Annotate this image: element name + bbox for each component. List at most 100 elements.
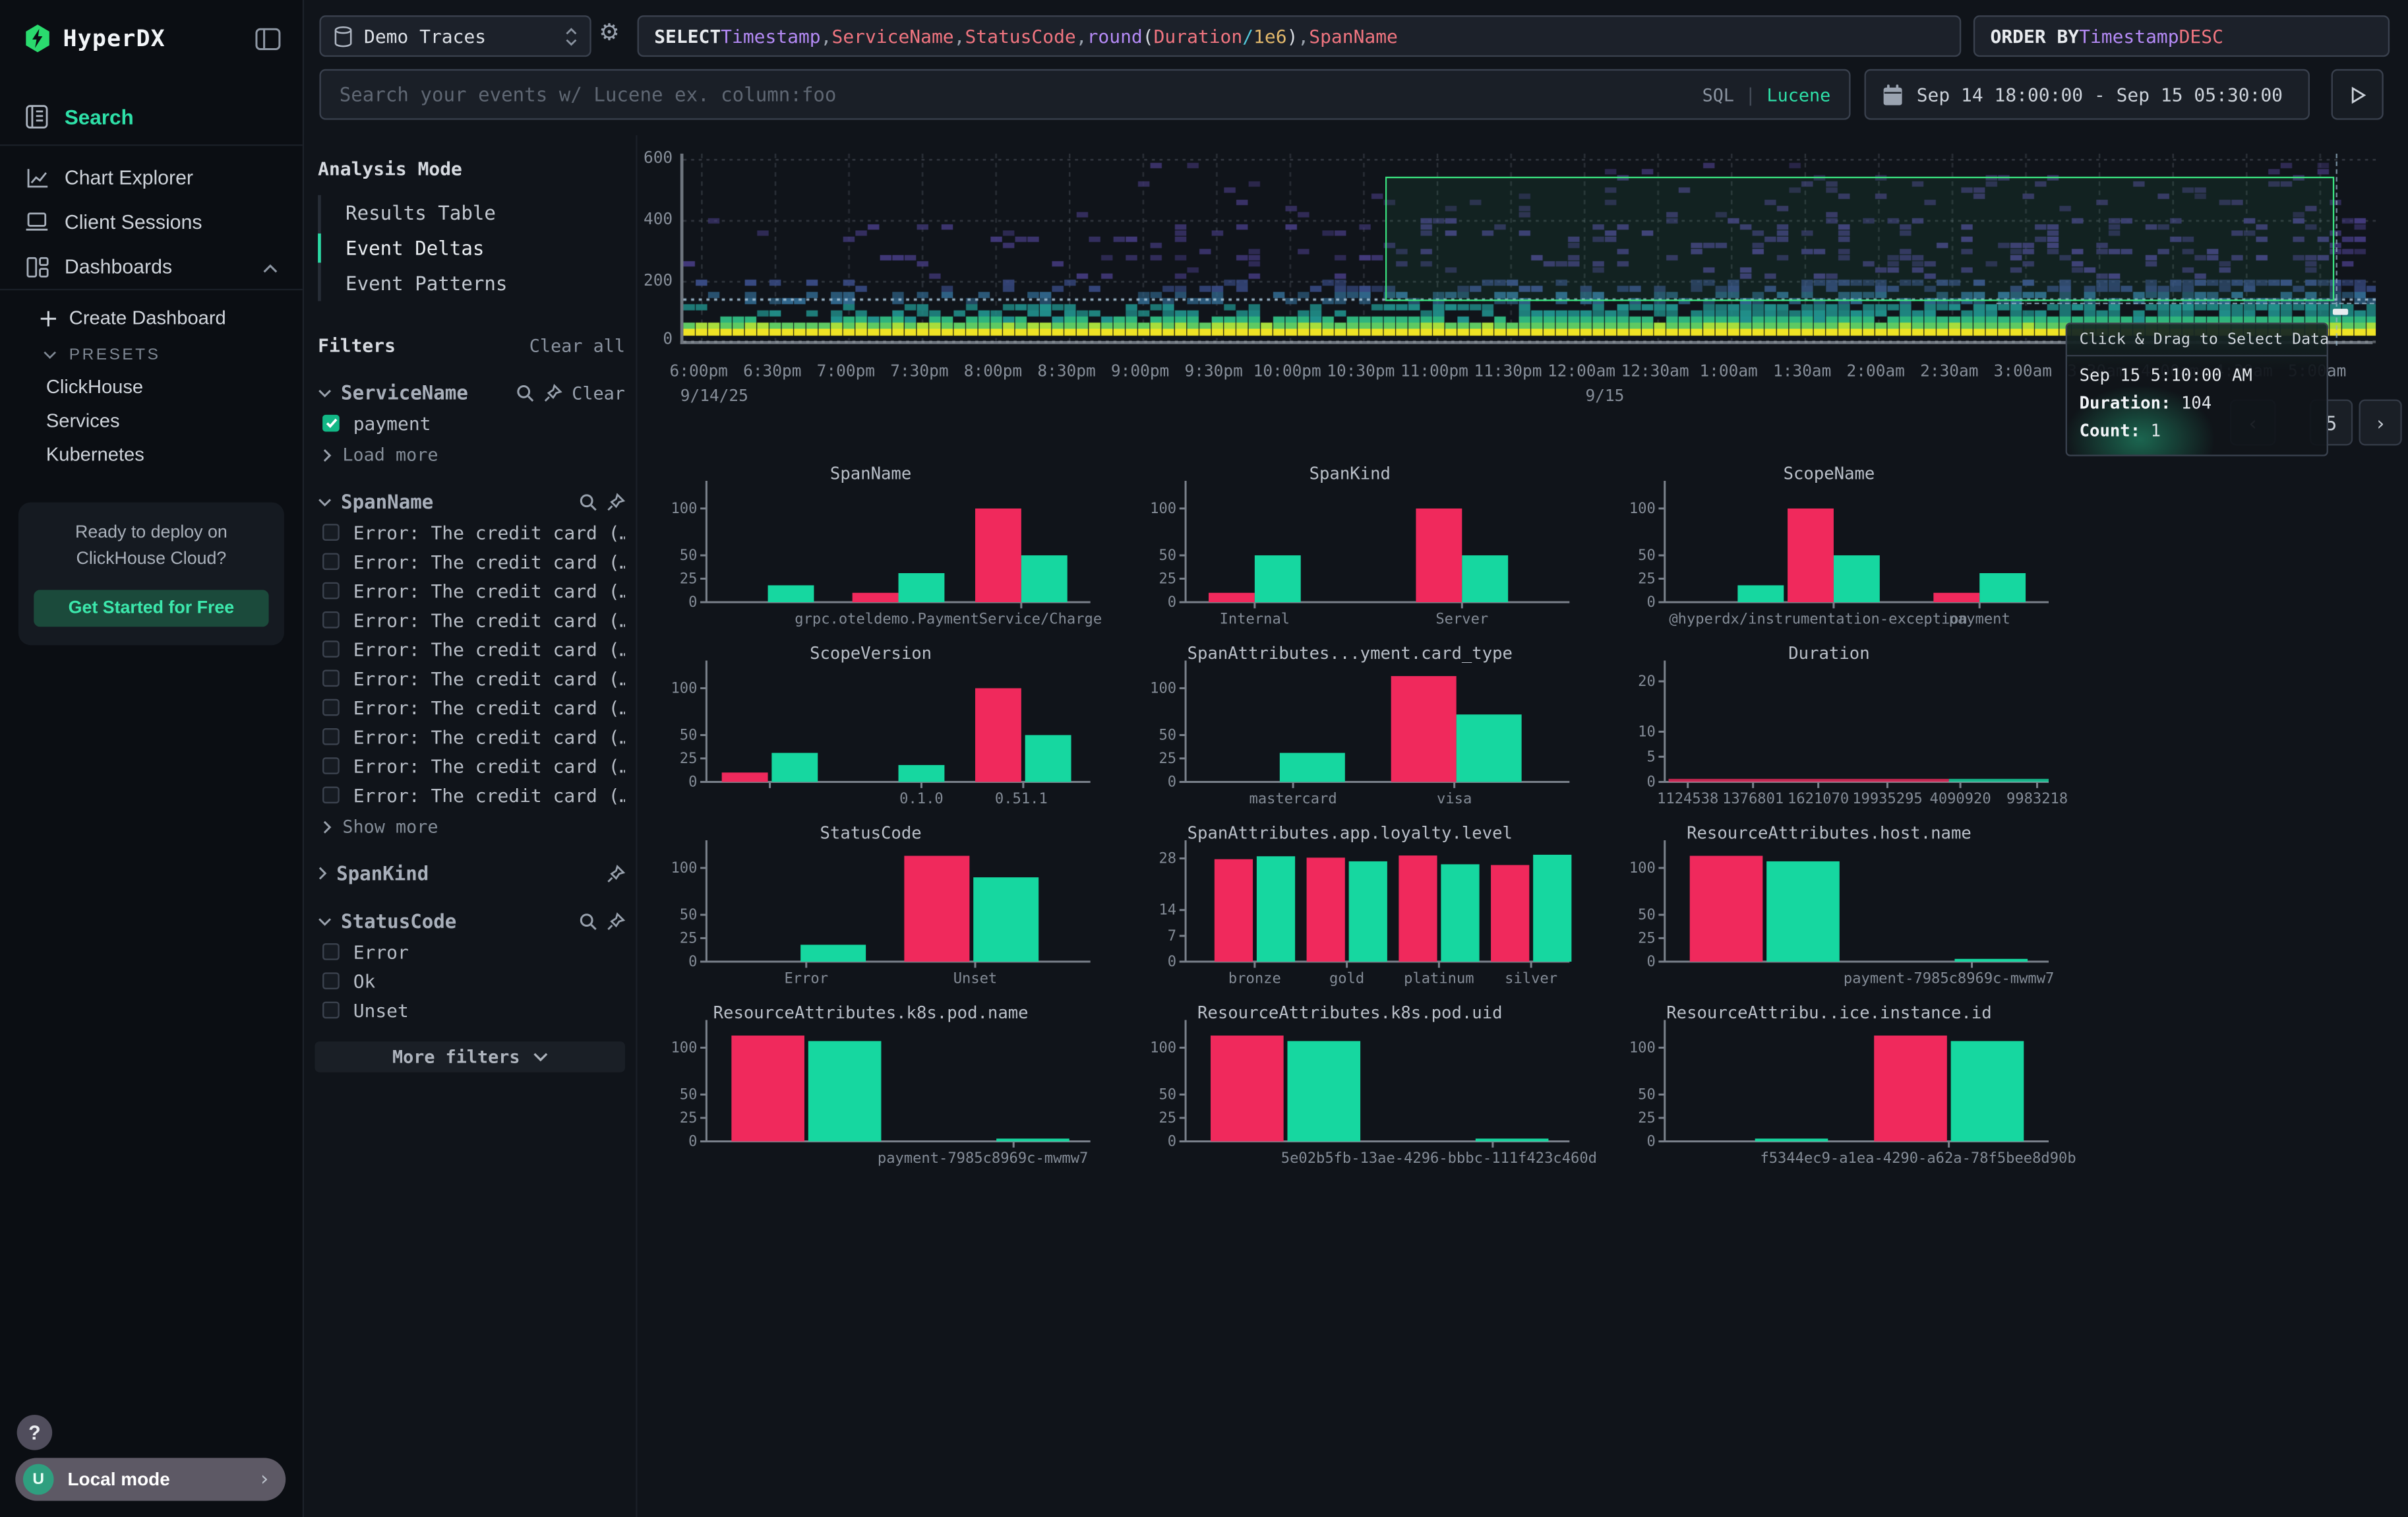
analysis-mode-option[interactable]: Event Patterns <box>321 266 625 301</box>
sidebar-item-chart-explorer[interactable]: Chart Explorer <box>0 155 303 200</box>
search-icon[interactable] <box>516 383 535 402</box>
filter-option[interactable]: Error: The credit card (… <box>315 639 624 659</box>
order-by-input[interactable]: ORDER BY Timestamp DESC <box>1973 15 2390 57</box>
filter-group-footer[interactable]: Show more <box>315 816 624 838</box>
checkbox[interactable] <box>322 553 340 570</box>
filter-option[interactable]: payment <box>315 414 624 433</box>
svg-text:0: 0 <box>1646 1133 1655 1150</box>
sql-token: Duration <box>1154 25 1243 47</box>
checkbox[interactable] <box>322 524 340 541</box>
filter-option-label: Unset <box>353 999 409 1021</box>
account-menu[interactable]: U Local mode › <box>15 1458 286 1501</box>
pin-icon[interactable] <box>607 492 625 511</box>
checkbox[interactable] <box>322 640 340 658</box>
source-settings-gear-icon[interactable]: ⚙ <box>599 18 619 46</box>
filter-option[interactable]: Ok <box>315 971 624 991</box>
sidebar-item-services[interactable]: Services <box>0 404 303 438</box>
svg-text:0: 0 <box>1168 594 1176 611</box>
checkbox[interactable] <box>322 611 340 629</box>
filter-group-footer[interactable]: Load more <box>315 444 624 466</box>
sidebar-item-kubernetes[interactable]: Kubernetes <box>0 438 303 472</box>
create-dashboard-button[interactable]: Create Dashboard <box>0 299 303 336</box>
svg-text:100: 100 <box>671 1039 697 1056</box>
filter-option[interactable]: Error: The credit card (… <box>315 522 624 542</box>
crosshair-horizontal <box>1997 303 2374 304</box>
chevron-right-icon: › <box>258 1468 270 1491</box>
svg-text:Server: Server <box>1435 611 1488 628</box>
mode-toggle-sql[interactable]: SQL <box>1702 84 1734 106</box>
checkbox[interactable] <box>322 699 340 716</box>
filter-option[interactable]: Error: The credit card (… <box>315 756 624 776</box>
source-select[interactable]: Demo Traces <box>319 15 591 57</box>
bar-chart-instance_id: ResourceAttribu..ice.instance.id02550100… <box>1604 1000 2057 1177</box>
heatmap-date-label: 9/14/25 <box>680 387 748 406</box>
filter-option[interactable]: Error: The credit card (… <box>315 785 624 805</box>
pin-icon[interactable] <box>544 383 562 402</box>
run-query-button[interactable] <box>2332 69 2384 120</box>
heatmap-xtick: 1:30am <box>1773 363 1831 381</box>
filter-option[interactable]: Error: The credit card (… <box>315 580 624 600</box>
search-icon[interactable] <box>579 492 597 511</box>
checkbox[interactable] <box>322 786 340 803</box>
filter-group-SpanKind[interactable]: SpanKind <box>315 862 624 885</box>
hyperdx-app: HyperDX Search Chart Explorer Client Ses… <box>0 0 2408 1517</box>
heatmap-xtick: 11:30pm <box>1474 363 1542 381</box>
svg-text:50: 50 <box>1159 1086 1176 1103</box>
more-filters-button[interactable]: More filters <box>315 1041 624 1072</box>
account-label: Local mode <box>67 1469 244 1491</box>
pin-icon[interactable] <box>607 912 625 930</box>
sql-token: , <box>954 25 965 47</box>
help-button[interactable]: ? <box>17 1415 53 1450</box>
clear-all-button[interactable]: Clear all <box>529 335 625 357</box>
select-clause-input[interactable]: SELECT Timestamp, ServiceName, StatusCod… <box>638 15 1962 57</box>
filter-option-label: Ok <box>353 970 376 992</box>
filter-group-StatusCode[interactable]: StatusCode <box>315 910 624 933</box>
svg-text:25: 25 <box>680 929 698 946</box>
checkbox[interactable] <box>322 728 340 745</box>
mode-toggle-lucene[interactable]: Lucene <box>1767 84 1831 106</box>
sidebar-item-dashboards[interactable]: Dashboards <box>0 244 303 289</box>
filter-option[interactable]: Error <box>315 942 624 962</box>
filter-option[interactable]: Error: The credit card (… <box>315 697 624 717</box>
analysis-mode-option[interactable]: Results Table <box>321 195 625 231</box>
filter-group-ServiceName[interactable]: ServiceNameClear <box>315 381 624 404</box>
checkbox[interactable] <box>322 669 340 687</box>
search-icon[interactable] <box>579 912 597 930</box>
svg-text:25: 25 <box>680 1109 698 1127</box>
pin-icon[interactable] <box>607 864 625 882</box>
svg-text:0: 0 <box>1646 773 1655 790</box>
filter-option[interactable]: Error: The credit card (… <box>315 668 624 688</box>
svg-text:Unset: Unset <box>953 970 998 987</box>
svg-text:1124538: 1124538 <box>1657 790 1718 807</box>
sidebar-item-clickhouse[interactable]: ClickHouse <box>0 370 303 404</box>
checkbox[interactable] <box>322 1002 340 1019</box>
play-icon <box>2349 85 2366 104</box>
sidebar-item-search[interactable]: Search <box>0 89 303 144</box>
checkbox[interactable] <box>322 972 340 989</box>
search-input[interactable]: Search your events w/ Lucene ex. column:… <box>319 69 1850 120</box>
checkbox[interactable] <box>322 415 340 432</box>
date-range-value: Sep 14 18:00:00 - Sep 15 05:30:00 <box>1917 84 2283 106</box>
filter-option-label: Error: The credit card (… <box>353 609 625 631</box>
get-started-button[interactable]: Get Started for Free <box>34 589 268 626</box>
chevron-up-icon <box>262 255 278 278</box>
filter-option[interactable]: Error: The credit card (… <box>315 727 624 747</box>
checkbox[interactable] <box>322 757 340 774</box>
svg-text:50: 50 <box>1638 1086 1656 1103</box>
svg-text:28: 28 <box>1159 850 1176 867</box>
next-page-button[interactable]: › <box>2359 400 2401 446</box>
presets-toggle[interactable]: PRESETS <box>0 336 303 370</box>
filter-group-SpanName[interactable]: SpanName <box>315 490 624 513</box>
filter-option[interactable]: Unset <box>315 1000 624 1020</box>
filter-option[interactable]: Error: The credit card (… <box>315 551 624 571</box>
analysis-mode-option[interactable]: Event Deltas <box>321 230 625 266</box>
heatmap-selection-box[interactable] <box>1385 177 2334 301</box>
filter-option[interactable]: Error: The credit card (… <box>315 610 624 630</box>
checkbox[interactable] <box>322 943 340 960</box>
sidebar-item-client-sessions[interactable]: Client Sessions <box>0 200 303 245</box>
filter-group-clear[interactable]: Clear <box>572 382 625 404</box>
sidebar-collapse-icon[interactable] <box>255 27 282 50</box>
date-range-input[interactable]: Sep 14 18:00:00 - Sep 15 05:30:00 <box>1865 69 2310 120</box>
filter-option-label: payment <box>353 412 431 434</box>
checkbox[interactable] <box>322 582 340 600</box>
